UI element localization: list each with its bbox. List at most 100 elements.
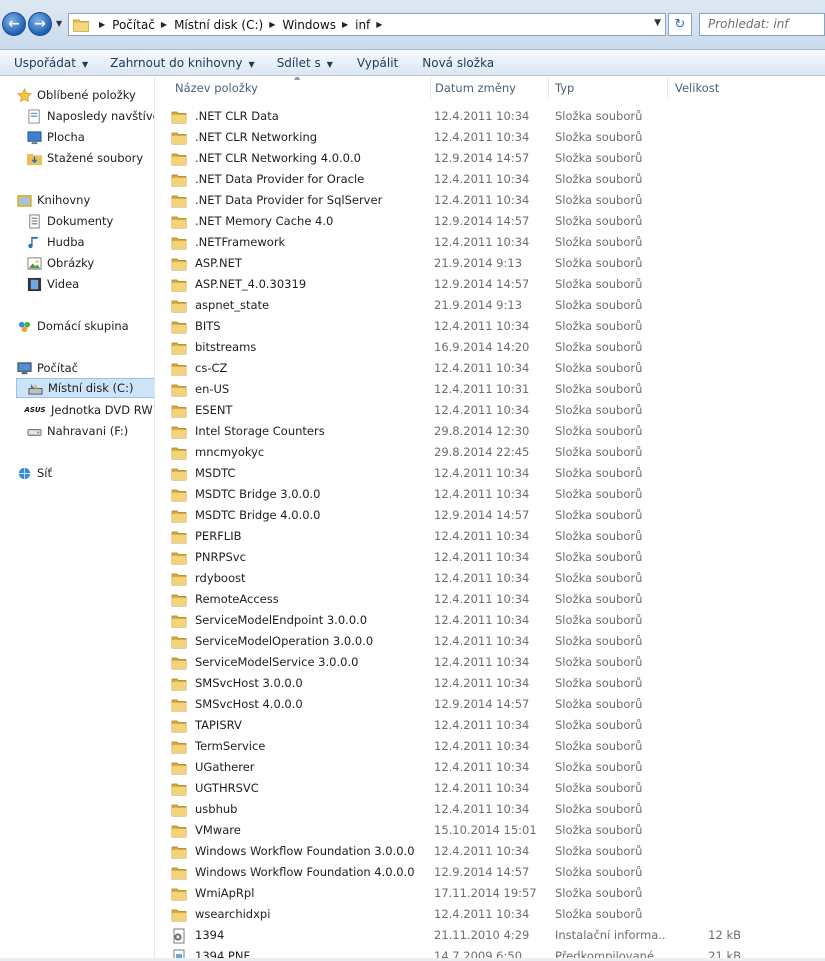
nav-homegroup[interactable]: Domácí skupina <box>16 316 129 336</box>
nav-pictures[interactable]: Obrázky <box>26 253 94 273</box>
downloads-folder-icon <box>26 150 42 166</box>
organize-button[interactable]: Uspořádat ▼ <box>6 50 96 76</box>
nav-dvd-drive[interactable]: ASUS Jednotka DVD RW (D <box>24 400 154 420</box>
nav-videos[interactable]: Videa <box>26 274 79 294</box>
chevron-down-icon: ▼ <box>81 59 89 69</box>
file-name: PERFLIB <box>195 529 242 543</box>
nav-computer[interactable]: Počítač <box>16 358 78 378</box>
file-row[interactable]: wsearchidxpi 12.4.2011 10:34 Složka soubor… <box>156 904 825 925</box>
file-date: 12.4.2011 10:34 <box>434 634 530 648</box>
libraries-icon <box>16 192 32 208</box>
burn-button[interactable]: Vypálit <box>349 50 406 76</box>
refresh-button[interactable]: ↻ <box>668 13 692 36</box>
file-row[interactable]: Windows Workflow Foundation 4.0.0.0 12.9.… <box>156 862 825 883</box>
file-row[interactable]: MSDTC Bridge 3.0.0.0 12.4.2011 10:34 Složk… <box>156 484 825 505</box>
file-row[interactable]: WmiApRpl 17.11.2014 19:57 Složka souborů <box>156 883 825 904</box>
file-row[interactable]: MSDTC Bridge 4.0.0.0 12.9.2014 14:57 Složk… <box>156 505 825 526</box>
file-row[interactable]: Windows Workflow Foundation 3.0.0.0 12.4.… <box>156 841 825 862</box>
file-row[interactable]: bitstreams 16.9.2014 14:20 Složka souborů <box>156 337 825 358</box>
breadcrumb-inf[interactable]: inf ▶ <box>355 18 389 32</box>
desktop-icon <box>26 129 42 145</box>
file-row[interactable]: SMSvcHost 3.0.0.0 12.4.2011 10:34 Složka s… <box>156 673 825 694</box>
hard-drive-icon <box>27 380 43 396</box>
back-button[interactable]: ← <box>2 12 26 36</box>
file-row[interactable]: usbhub 12.4.2011 10:34 Složka souborů <box>156 799 825 820</box>
file-row[interactable]: .NET CLR Data 12.4.2011 10:34 Složka soubo… <box>156 106 825 127</box>
file-row[interactable]: en-US 12.4.2011 10:31 Složka souborů <box>156 379 825 400</box>
address-bar[interactable]: ▶ Počítač ▶ Místní disk (C:) ▶ Windows ▶ in… <box>68 13 666 36</box>
column-header-type[interactable]: Typ <box>551 77 668 99</box>
nav-usb-drive[interactable]: Nahravani (F:) <box>26 421 128 441</box>
folder-icon <box>171 193 195 209</box>
file-row[interactable]: TermService 12.4.2011 10:34 Složka souborů <box>156 736 825 757</box>
breadcrumb-separator-icon[interactable]: ▶ <box>342 20 348 29</box>
breadcrumb-separator-icon[interactable]: ▶ <box>99 20 105 29</box>
nav-favorites[interactable]: Oblíbené položky <box>16 85 136 105</box>
file-row[interactable]: BITS 12.4.2011 10:34 Složka souborů <box>156 316 825 337</box>
nav-label: Jednotka DVD RW (D <box>51 403 154 417</box>
file-date: 29.8.2014 12:30 <box>434 424 530 438</box>
file-row[interactable]: UGatherer 12.4.2011 10:34 Složka souborů <box>156 757 825 778</box>
file-row[interactable]: ESENT 12.4.2011 10:34 Složka souborů <box>156 400 825 421</box>
file-name-cell: BITS <box>171 316 426 337</box>
breadcrumb-windows[interactable]: Windows ▶ <box>282 18 355 32</box>
file-name: ServiceModelOperation 3.0.0.0 <box>195 634 374 648</box>
file-row[interactable]: SMSvcHost 4.0.0.0 12.9.2014 14:57 Složka s… <box>156 694 825 715</box>
nav-downloads[interactable]: Stažené soubory <box>26 148 143 168</box>
file-row[interactable]: .NET Data Provider for SqlServer 12.4.201… <box>156 190 825 211</box>
folder-icon <box>171 214 195 230</box>
file-name-cell: cs-CZ <box>171 358 426 379</box>
file-row[interactable]: 1394 21.11.2010 4:29 Instalační informa...… <box>156 925 825 946</box>
file-row[interactable]: mncmyokyc 29.8.2014 22:45 Složka souborů <box>156 442 825 463</box>
column-header-size[interactable]: Velikost <box>671 77 749 99</box>
nav-recent-places[interactable]: Naposledy navštíver <box>26 106 154 126</box>
breadcrumb-separator-icon[interactable]: ▶ <box>161 20 167 29</box>
file-row[interactable]: TAPISRV 12.4.2011 10:34 Složka souborů <box>156 715 825 736</box>
breadcrumb-separator-icon[interactable]: ▶ <box>269 20 275 29</box>
file-row[interactable]: VMware 15.10.2014 15:01 Složka souborů <box>156 820 825 841</box>
file-row[interactable]: MSDTC 12.4.2011 10:34 Složka souborů <box>156 463 825 484</box>
file-row[interactable]: UGTHRSVC 12.4.2011 10:34 Složka souborů <box>156 778 825 799</box>
recent-pages-dropdown[interactable]: ▼ <box>56 19 62 28</box>
file-row[interactable]: ASP.NET_4.0.30319 12.9.2014 14:57 Složka s… <box>156 274 825 295</box>
column-header-date[interactable]: Datum změny <box>431 77 549 99</box>
address-dropdown-icon[interactable]: ▼ <box>654 18 661 28</box>
file-row[interactable]: PERFLIB 12.4.2011 10:34 Složka souborů <box>156 526 825 547</box>
file-row[interactable]: ServiceModelService 3.0.0.0 12.4.2011 10:… <box>156 652 825 673</box>
file-row[interactable]: ServiceModelOperation 3.0.0.0 12.4.2011 1… <box>156 631 825 652</box>
file-row[interactable]: .NET CLR Networking 12.4.2011 10:34 Složka… <box>156 127 825 148</box>
breadcrumb-separator-icon[interactable]: ▶ <box>376 20 382 29</box>
nav-network[interactable]: Síť <box>16 463 52 483</box>
network-icon <box>16 465 32 481</box>
file-row[interactable]: Intel Storage Counters 29.8.2014 12:30 Slo… <box>156 421 825 442</box>
file-row[interactable]: cs-CZ 12.4.2011 10:34 Složka souborů <box>156 358 825 379</box>
file-date: 12.9.2014 14:57 <box>434 214 530 228</box>
file-row[interactable]: .NET Memory Cache 4.0 12.9.2014 14:57 Slož… <box>156 211 825 232</box>
file-date: 15.10.2014 15:01 <box>434 823 537 837</box>
file-row[interactable]: .NET Data Provider for Oracle 12.4.2011 1… <box>156 169 825 190</box>
search-input[interactable]: Prohledat: inf <box>699 13 825 36</box>
nav-libraries[interactable]: Knihovny <box>16 190 90 210</box>
share-with-button[interactable]: Sdílet s ▼ <box>269 50 341 76</box>
nav-music[interactable]: Hudba <box>26 232 85 252</box>
nav-local-disk[interactable]: Místní disk (C:) <box>16 378 154 398</box>
nav-documents[interactable]: Dokumenty <box>26 211 113 231</box>
include-in-library-button[interactable]: Zahrnout do knihovny ▼ <box>102 50 263 76</box>
file-row[interactable]: ASP.NET 21.9.2014 9:13 Složka souborů <box>156 253 825 274</box>
file-row[interactable]: ServiceModelEndpoint 3.0.0.0 12.4.2011 10… <box>156 610 825 631</box>
file-row[interactable]: .NETFramework 12.4.2011 10:34 Složka soubo… <box>156 232 825 253</box>
nav-desktop[interactable]: Plocha <box>26 127 85 147</box>
file-date: 29.8.2014 22:45 <box>434 445 530 459</box>
file-row[interactable]: PNRPSvc 12.4.2011 10:34 Složka souborů <box>156 547 825 568</box>
file-row[interactable]: .NET CLR Networking 4.0.0.0 12.9.2014 14:… <box>156 148 825 169</box>
file-date: 21.9.2014 9:13 <box>434 298 523 312</box>
file-row[interactable]: aspnet_state 21.9.2014 9:13 Složka souborů <box>156 295 825 316</box>
forward-button[interactable]: → <box>28 12 52 36</box>
breadcrumb-local-disk[interactable]: Místní disk (C:) ▶ <box>174 18 282 32</box>
column-header-name[interactable]: Název položky <box>171 77 431 99</box>
new-folder-button[interactable]: Nová složka <box>414 50 502 76</box>
file-row[interactable]: RemoteAccess 12.4.2011 10:34 Složka soubor… <box>156 589 825 610</box>
folder-icon <box>171 445 195 461</box>
file-row[interactable]: rdyboost 12.4.2011 10:34 Složka souborů <box>156 568 825 589</box>
breadcrumb-computer[interactable]: Počítač ▶ <box>112 18 174 32</box>
